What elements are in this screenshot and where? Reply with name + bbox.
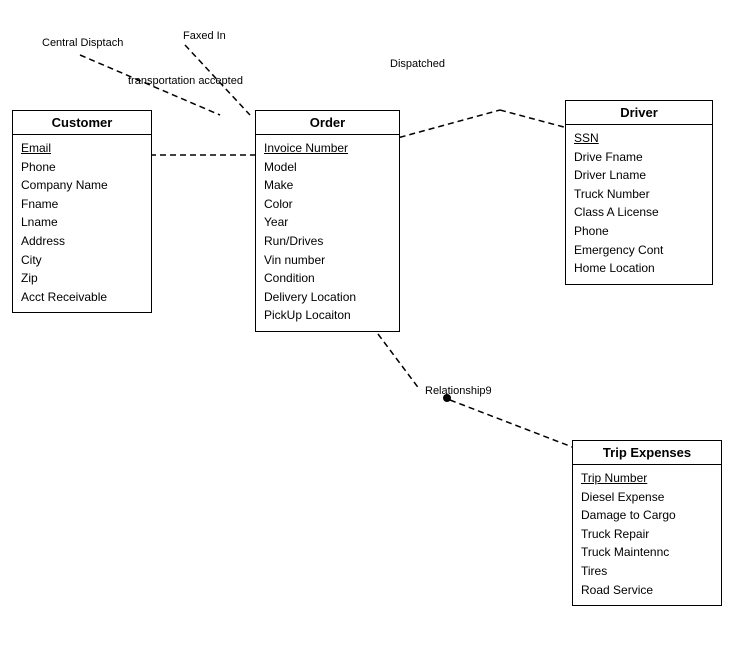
driver-field-emergency: Emergency Cont: [574, 241, 704, 260]
trip-field-maintennc: Truck Maintennc: [581, 543, 713, 562]
driver-body: SSN Drive Fname Driver Lname Truck Numbe…: [566, 125, 712, 284]
customer-field-lname: Lname: [21, 213, 143, 232]
driver-field-license: Class A License: [574, 203, 704, 222]
trip-field-damage: Damage to Cargo: [581, 506, 713, 525]
trip-field-diesel: Diesel Expense: [581, 488, 713, 507]
order-field-pickup: PickUp Locaiton: [264, 306, 391, 325]
entity-trip-expenses: Trip Expenses Trip Number Diesel Expense…: [572, 440, 722, 606]
order-field-rundrives: Run/Drives: [264, 232, 391, 251]
customer-field-fname: Fname: [21, 195, 143, 214]
diagram-container: Central Disptach Faxed In transportation…: [0, 0, 746, 662]
customer-field-city: City: [21, 251, 143, 270]
trip-field-tires: Tires: [581, 562, 713, 581]
order-field-vin: Vin number: [264, 251, 391, 270]
driver-field-truck: Truck Number: [574, 185, 704, 204]
entity-driver: Driver SSN Drive Fname Driver Lname Truc…: [565, 100, 713, 285]
label-transportation-accepted: transportation accepted: [128, 75, 243, 87]
label-central-dispatch: Central Disptach: [42, 37, 123, 49]
customer-field-zip: Zip: [21, 269, 143, 288]
trip-expenses-body: Trip Number Diesel Expense Damage to Car…: [573, 465, 721, 605]
order-field-make: Make: [264, 176, 391, 195]
trip-field-road: Road Service: [581, 581, 713, 600]
order-field-color: Color: [264, 195, 391, 214]
order-field-condition: Condition: [264, 269, 391, 288]
driver-field-phone: Phone: [574, 222, 704, 241]
driver-field-homeloc: Home Location: [574, 259, 704, 278]
label-faxed-in: Faxed In: [183, 30, 226, 42]
customer-field-email: Email: [21, 139, 143, 158]
customer-header: Customer: [13, 111, 151, 135]
trip-expenses-header: Trip Expenses: [573, 441, 721, 465]
entity-order: Order Invoice Number Model Make Color Ye…: [255, 110, 400, 332]
entity-customer: Customer Email Phone Company Name Fname …: [12, 110, 152, 313]
trip-field-repair: Truck Repair: [581, 525, 713, 544]
customer-field-acct: Acct Receivable: [21, 288, 143, 307]
customer-field-address: Address: [21, 232, 143, 251]
order-field-model: Model: [264, 158, 391, 177]
driver-field-lname: Driver Lname: [574, 166, 704, 185]
relationship9-dot: [443, 394, 451, 402]
order-body: Invoice Number Model Make Color Year Run…: [256, 135, 399, 331]
driver-field-ssn: SSN: [574, 129, 704, 148]
label-dispatched: Dispatched: [390, 58, 445, 70]
customer-field-phone: Phone: [21, 158, 143, 177]
driver-header: Driver: [566, 101, 712, 125]
order-header: Order: [256, 111, 399, 135]
label-relationship9: Relationship9: [425, 385, 492, 397]
driver-field-fname: Drive Fname: [574, 148, 704, 167]
order-field-invoice: Invoice Number: [264, 139, 391, 158]
trip-field-number: Trip Number: [581, 469, 713, 488]
customer-body: Email Phone Company Name Fname Lname Add…: [13, 135, 151, 312]
customer-field-company: Company Name: [21, 176, 143, 195]
order-field-year: Year: [264, 213, 391, 232]
order-field-delivery: Delivery Location: [264, 288, 391, 307]
